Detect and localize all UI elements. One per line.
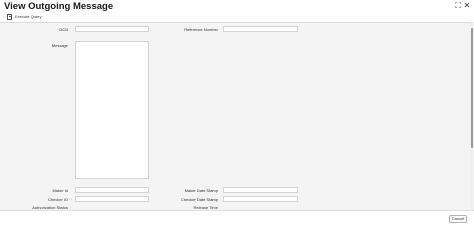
maker-id-field[interactable]	[75, 187, 149, 193]
form-panel	[0, 22, 470, 210]
dcn-field[interactable]	[75, 26, 149, 32]
execute-query-icon	[7, 13, 12, 20]
reference-number-field[interactable]	[223, 26, 298, 32]
window-title: View Outgoing Message	[4, 1, 114, 12]
maker-date-stamp-field[interactable]	[223, 187, 298, 193]
checker-id-field[interactable]	[75, 196, 149, 202]
reference-number-label: Reference Number	[184, 27, 218, 32]
cancel-button[interactable]: Cancel	[449, 215, 467, 223]
footer-bar: Cancel	[0, 210, 474, 225]
title-bar: View Outgoing Message ⛶ ✕	[0, 0, 474, 12]
execute-query-button[interactable]: Execute Query	[7, 13, 41, 20]
execute-query-label: Execute Query	[15, 14, 42, 19]
checker-date-stamp-field[interactable]	[223, 196, 298, 202]
message-label: Message	[51, 43, 68, 48]
scrollbar-thumb[interactable]	[471, 28, 473, 148]
maker-id-label: Maker Id	[52, 188, 68, 193]
maker-date-stamp-label: Maker Date Stamp	[184, 188, 218, 193]
checker-id-label: Checker ID	[47, 197, 68, 202]
message-textarea[interactable]	[75, 41, 149, 179]
checker-date-stamp-label: Checker Date Stamp	[180, 197, 218, 202]
vertical-scrollbar[interactable]	[470, 22, 474, 210]
close-icon[interactable]: ✕	[462, 1, 472, 11]
dcn-label: DCN	[59, 27, 68, 32]
